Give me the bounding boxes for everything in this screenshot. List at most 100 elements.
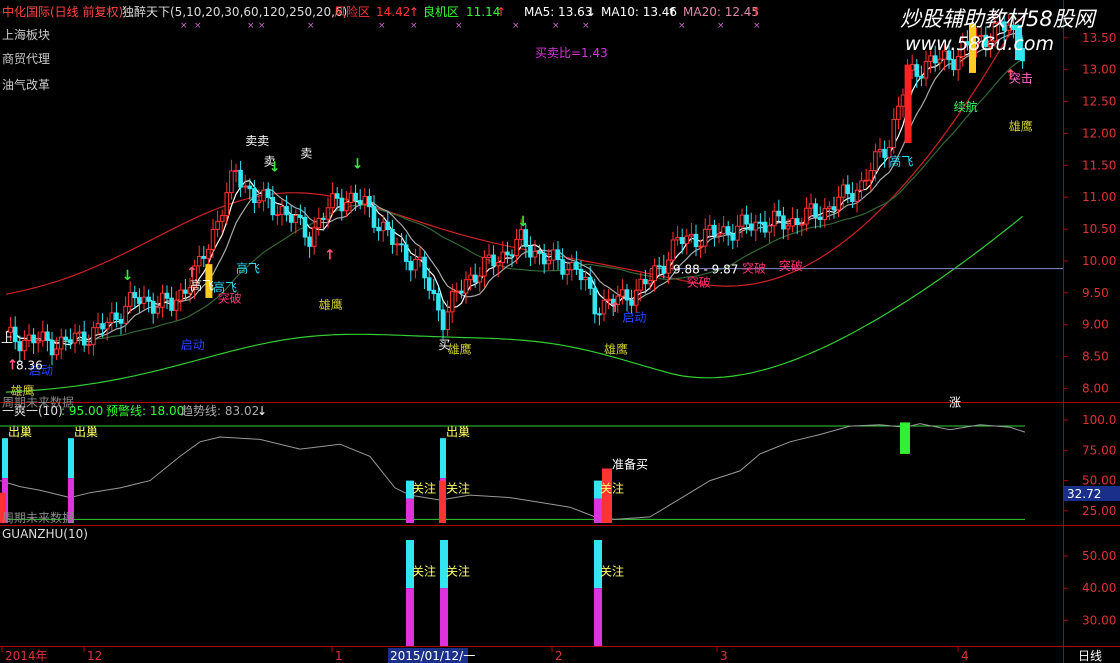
candle	[413, 258, 418, 271]
price-tick-label: 12.50	[1082, 95, 1116, 109]
period-label[interactable]: 日线	[1078, 649, 1102, 663]
panel3-signal-bar	[594, 588, 602, 646]
candle	[173, 299, 179, 311]
candle	[551, 249, 556, 261]
main-price-chart[interactable]: 卖卖卖卖高飞高飞高飞突破 雄鹰买雄鹰 雄鹰启动启动启动雄鹰9.88 - 9.87突破…	[1, 11, 1063, 409]
candle	[762, 221, 768, 233]
sector-item[interactable]: 油气改革	[2, 77, 50, 92]
candle	[118, 319, 124, 324]
panel2-header: 一爽一(10) : 95.00 预警线: 18.00 趋势线: 83.02 ↓	[2, 403, 267, 418]
panel2-green-bar	[900, 422, 910, 454]
panel2-tick-label: 100.0	[1082, 413, 1116, 427]
candle	[109, 312, 115, 323]
candle	[629, 299, 634, 306]
candle	[445, 311, 450, 331]
chart-annotation: 突破	[779, 258, 803, 273]
chart-annotation: 高飞	[236, 260, 260, 275]
candle	[31, 334, 36, 344]
candle	[459, 290, 464, 294]
panel2-label: 出巢	[74, 425, 98, 439]
candle	[440, 309, 446, 331]
panel2-label: 周期未来数据	[2, 510, 74, 525]
candle	[449, 290, 455, 313]
candle	[100, 323, 105, 330]
buy-arrow-icon: ↑	[609, 300, 621, 316]
candle	[647, 280, 653, 285]
price-tick-label: 11.50	[1082, 158, 1116, 172]
candle	[169, 297, 174, 311]
candle	[242, 185, 248, 188]
candle	[877, 148, 883, 153]
candle	[22, 339, 27, 352]
stock-chart[interactable]: 卖卖卖卖高飞高飞高飞突破 雄鹰买雄鹰 雄鹰启动启动启动雄鹰9.88 - 9.87突破…	[0, 0, 1120, 663]
indicator-panel-guanzhu[interactable]: 关注 关注 关注	[406, 540, 624, 646]
marker-x-icon: ×	[582, 21, 590, 31]
marker-x-icon: ×	[258, 21, 266, 31]
chart-annotation: 雄鹰	[1009, 118, 1033, 133]
candle	[252, 188, 257, 204]
candle	[40, 331, 46, 342]
candle	[532, 250, 538, 258]
sector-list: 上海板块 商贸代理 油气改革	[2, 27, 50, 92]
candle	[633, 289, 639, 306]
candle	[362, 196, 368, 205]
candle	[127, 292, 133, 307]
candle	[357, 200, 363, 205]
candle	[817, 216, 823, 221]
candle	[183, 289, 188, 294]
ma5-line	[5, 25, 1024, 346]
candle	[302, 216, 308, 238]
candle	[298, 215, 303, 218]
candle	[739, 214, 745, 227]
time-cursor-date: 2015/01/12/一	[390, 649, 475, 663]
panel2-warning: 预警线: 18.00	[106, 403, 184, 418]
stock-title[interactable]: 中化国际(日线 前复权)	[2, 4, 123, 19]
candle	[514, 238, 519, 257]
price-tick-label: 8.50	[1082, 350, 1109, 364]
candle	[26, 334, 32, 341]
candle	[288, 214, 294, 223]
candle	[928, 55, 933, 62]
candle	[767, 225, 772, 233]
candle	[224, 192, 230, 217]
panel2-signal-bar	[594, 498, 602, 523]
panel2-label: 出巢	[8, 425, 32, 439]
panel3-label: 关注	[446, 563, 470, 578]
candle	[17, 341, 23, 352]
ma5-value: MA5: 13.63	[524, 5, 592, 19]
candle	[63, 336, 69, 341]
candle	[371, 206, 377, 228]
buy-sell-ratio: 买卖比=1.43	[535, 46, 608, 60]
candle	[679, 237, 685, 245]
candle	[468, 274, 473, 281]
sector-item[interactable]: 商贸代理	[2, 51, 50, 66]
candle	[845, 184, 851, 194]
candle	[707, 224, 713, 230]
sector-item[interactable]: 上海板块	[2, 27, 50, 42]
marker-x-icon: ×	[194, 21, 202, 31]
candle	[808, 203, 814, 209]
panel2-label: 出巢	[446, 425, 470, 439]
candle	[311, 227, 317, 247]
candle	[836, 196, 841, 211]
marker-x-icon: ×	[552, 21, 560, 31]
candle	[275, 213, 280, 216]
candle	[932, 55, 938, 64]
candle	[693, 233, 699, 248]
candle	[463, 279, 469, 294]
panel2-label: 关注	[412, 481, 436, 496]
candle	[790, 218, 795, 227]
candle	[77, 331, 82, 334]
candle	[675, 237, 680, 241]
candle	[35, 340, 41, 344]
candle	[132, 292, 138, 299]
indicator-name: 独醉天下(5,10,20,30,60,120,250,20,6)	[122, 4, 347, 19]
candle	[541, 252, 547, 265]
indicator-panel-yishuang[interactable]: 出巢 出巢 出巢关注 关注 关注准备买周期未来数据	[0, 422, 1026, 525]
price-tick-label: 12.00	[1082, 126, 1116, 140]
candle	[491, 254, 496, 267]
candle	[256, 200, 262, 204]
candle	[265, 189, 271, 198]
candle	[753, 221, 759, 231]
risk-label: 风险区	[334, 4, 370, 19]
